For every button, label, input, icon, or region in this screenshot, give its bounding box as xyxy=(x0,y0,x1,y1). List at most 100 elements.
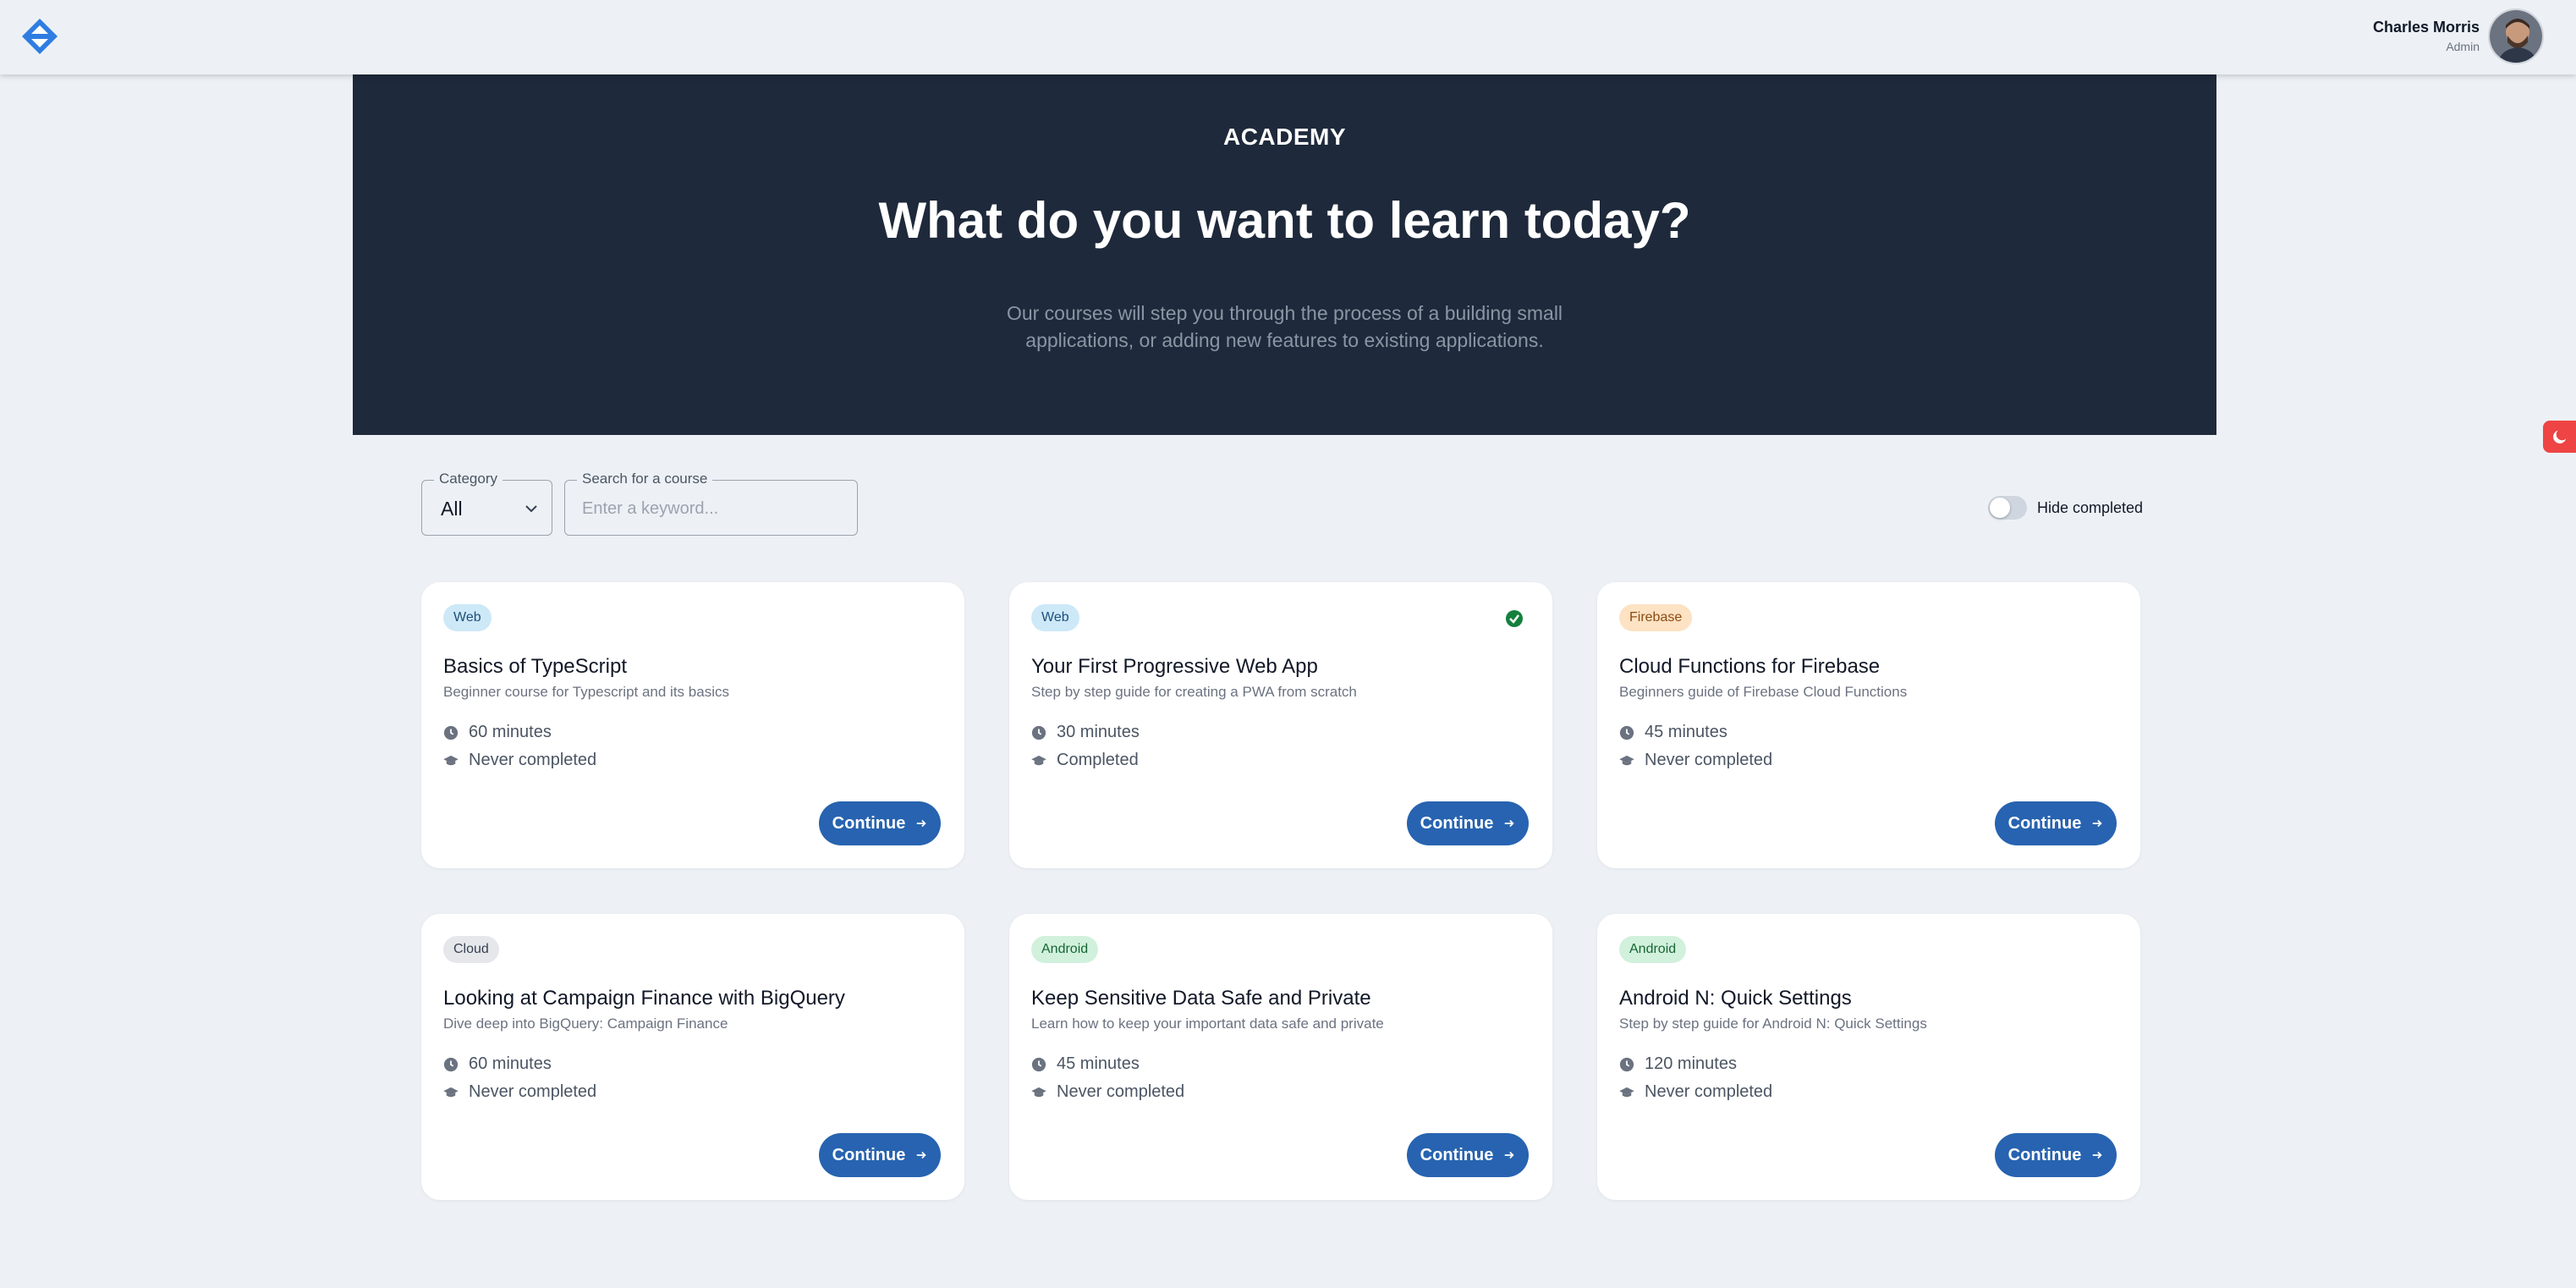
category-label: Category xyxy=(434,471,503,487)
continue-label: Continue xyxy=(1420,1145,1494,1164)
course-title: Cloud Functions for Firebase xyxy=(1619,655,1881,678)
category-badge: Web xyxy=(1031,604,1079,631)
top-bar: Charles Morris Admin xyxy=(0,0,2576,74)
clock-icon xyxy=(1619,1057,1634,1071)
arrow-right-icon xyxy=(2093,819,2102,828)
avatar[interactable] xyxy=(2488,8,2544,64)
clock-icon xyxy=(1031,1057,1046,1071)
course-duration: 45 minutes xyxy=(1619,723,1727,742)
continue-label: Continue xyxy=(832,1145,906,1164)
course-status: Never completed xyxy=(1031,1082,1184,1102)
arrow-right-icon xyxy=(1505,819,1514,828)
status-text: Never completed xyxy=(469,751,597,769)
status-text: Completed xyxy=(1057,751,1139,769)
arrow-right-icon xyxy=(917,1151,926,1159)
course-status: Never completed xyxy=(1619,751,1772,770)
course-card: Cloud Looking at Campaign Finance with B… xyxy=(421,914,964,1200)
clock-icon xyxy=(1619,725,1634,740)
course-card: Web Your First Progressive Web App Step … xyxy=(1009,582,1552,868)
course-duration: 60 minutes xyxy=(443,723,552,742)
course-title: Android N: Quick Settings xyxy=(1619,987,1852,1010)
status-text: Never completed xyxy=(1645,751,1773,769)
user-name: Charles Morris xyxy=(2372,19,2480,36)
course-title: Keep Sensitive Data Safe and Private xyxy=(1031,987,1371,1010)
course-duration: 60 minutes xyxy=(443,1054,552,1074)
duration-text: 120 minutes xyxy=(1645,1054,1737,1073)
course-description: Beginners guide of Firebase Cloud Functi… xyxy=(1619,684,1908,700)
chevron-down-icon xyxy=(525,503,538,518)
user-role: Admin xyxy=(2446,40,2480,53)
continue-label: Continue xyxy=(832,813,906,833)
course-description: Learn how to keep your important data sa… xyxy=(1031,1016,1384,1032)
hide-completed-label: Hide completed xyxy=(2037,498,2144,516)
graduation-cap-icon xyxy=(443,1087,459,1097)
status-text: Never completed xyxy=(1057,1082,1185,1101)
course-title: Looking at Campaign Finance with BigQuer… xyxy=(443,987,845,1010)
course-title: Basics of TypeScript xyxy=(443,655,627,678)
theme-toggle-button[interactable] xyxy=(2543,421,2576,453)
course-card: Firebase Cloud Functions for Firebase Be… xyxy=(1597,582,2140,868)
course-description: Step by step guide for creating a PWA fr… xyxy=(1031,684,1357,700)
user-menu[interactable]: Charles Morris Admin xyxy=(2373,7,2544,66)
course-duration: 45 minutes xyxy=(1031,1054,1140,1074)
course-title: Your First Progressive Web App xyxy=(1031,655,1318,678)
check-circle-icon xyxy=(1506,610,1523,627)
status-text: Never completed xyxy=(469,1082,597,1101)
course-status: Never completed xyxy=(443,751,596,770)
continue-button[interactable]: Continue xyxy=(1407,801,1529,845)
search-input[interactable] xyxy=(582,494,836,523)
course-card: Android Android N: Quick Settings Step b… xyxy=(1597,914,2140,1200)
hero-kicker: ACADEMY xyxy=(1222,124,1347,150)
user-info: Charles Morris Admin xyxy=(2373,17,2480,56)
continue-label: Continue xyxy=(1420,813,1494,833)
search-field[interactable]: Search for a course xyxy=(564,471,858,536)
category-badge: Cloud xyxy=(443,936,499,963)
category-badge: Android xyxy=(1031,936,1099,963)
continue-button[interactable]: Continue xyxy=(1407,1133,1529,1177)
hero-subtitle: Our courses will step you through the pr… xyxy=(1006,302,1563,351)
continue-button[interactable]: Continue xyxy=(1995,801,2117,845)
arrow-right-icon xyxy=(1505,1151,1514,1159)
course-description: Beginner course for Typescript and its b… xyxy=(443,684,729,700)
course-status: Completed xyxy=(1031,751,1139,770)
course-duration: 120 minutes xyxy=(1619,1054,1737,1074)
course-status: Never completed xyxy=(1619,1082,1772,1102)
category-value: All xyxy=(441,498,463,520)
course-card: Web Basics of TypeScript Beginner course… xyxy=(421,582,964,868)
brand-logo-icon[interactable] xyxy=(20,17,59,56)
duration-text: 45 minutes xyxy=(1057,1054,1140,1073)
category-select[interactable]: Category All xyxy=(421,471,552,536)
hero-banner: ACADEMY What do you want to learn today?… xyxy=(353,74,2216,435)
course-card: Android Keep Sensitive Data Safe and Pri… xyxy=(1009,914,1552,1200)
continue-button[interactable]: Continue xyxy=(819,801,941,845)
duration-text: 60 minutes xyxy=(469,723,552,741)
category-badge: Android xyxy=(1619,936,1687,963)
continue-button[interactable]: Continue xyxy=(819,1133,941,1177)
course-status: Never completed xyxy=(443,1082,596,1102)
continue-label: Continue xyxy=(2008,1145,2082,1164)
course-description: Dive deep into BigQuery: Campaign Financ… xyxy=(443,1016,728,1032)
search-label: Search for a course xyxy=(577,471,713,487)
hide-completed-toggle[interactable]: Hide completed xyxy=(1988,496,2143,520)
duration-text: 45 minutes xyxy=(1645,723,1727,741)
toggle-switch[interactable] xyxy=(1988,496,2027,520)
clock-icon xyxy=(443,1057,459,1071)
arrow-right-icon xyxy=(917,819,926,828)
toggle-knob xyxy=(1990,498,2010,518)
duration-text: 60 minutes xyxy=(469,1054,552,1073)
duration-text: 30 minutes xyxy=(1057,723,1140,741)
page-title: What do you want to learn today? xyxy=(878,192,1691,249)
graduation-cap-icon xyxy=(1619,755,1634,765)
continue-button[interactable]: Continue xyxy=(1995,1133,2117,1177)
graduation-cap-icon xyxy=(1619,1087,1634,1097)
arrow-right-icon xyxy=(2093,1151,2102,1159)
category-badge: Firebase xyxy=(1619,604,1693,631)
graduation-cap-icon xyxy=(1031,1087,1046,1097)
moon-icon xyxy=(2552,430,2566,443)
graduation-cap-icon xyxy=(1031,755,1046,765)
clock-icon xyxy=(1031,725,1046,740)
continue-label: Continue xyxy=(2008,813,2082,833)
status-text: Never completed xyxy=(1645,1082,1773,1101)
course-description: Step by step guide for Android N: Quick … xyxy=(1619,1016,1927,1032)
course-duration: 30 minutes xyxy=(1031,723,1140,742)
